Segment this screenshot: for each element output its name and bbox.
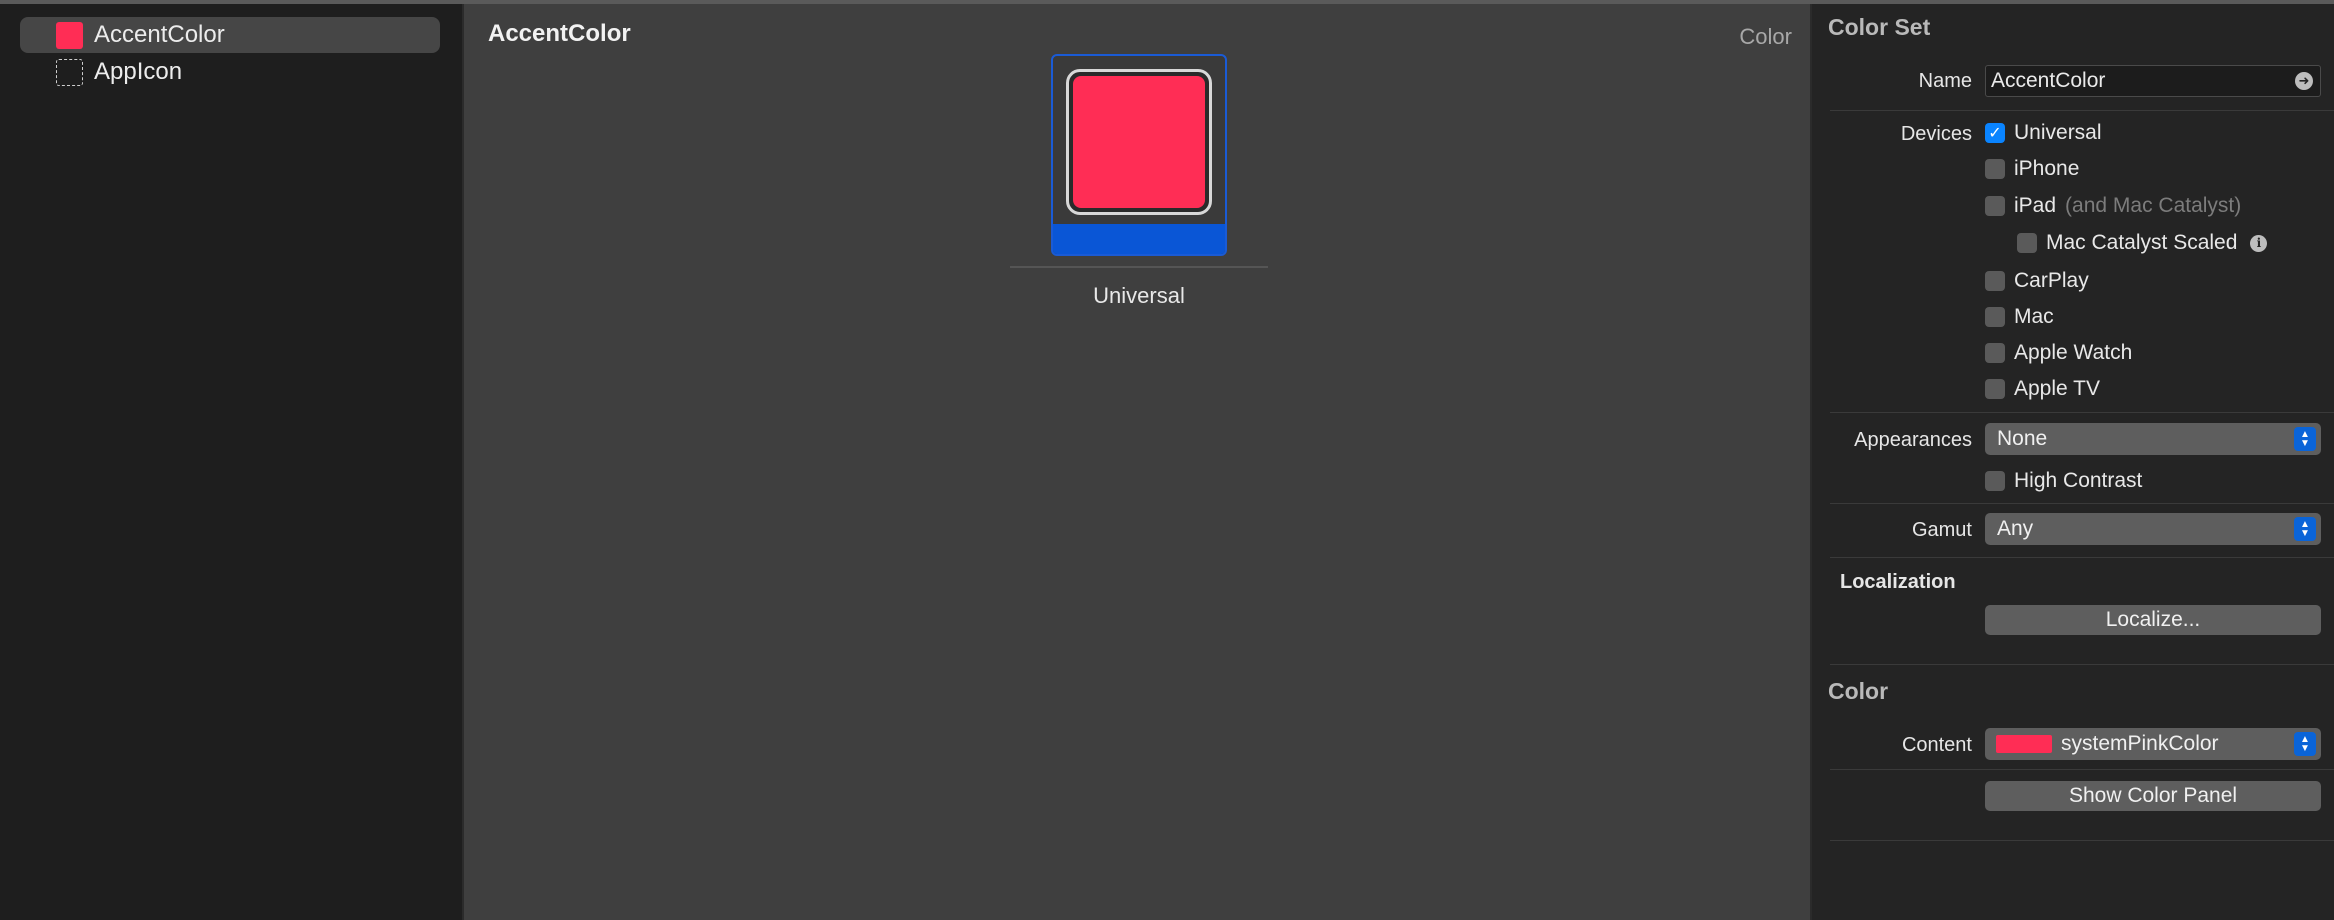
info-icon[interactable]: i <box>2250 234 2268 252</box>
content-value: systemPinkColor <box>2061 732 2219 755</box>
checkbox-box <box>1985 307 2005 327</box>
divider <box>1830 110 2334 111</box>
checkbox-label: Apple Watch <box>2014 341 2133 364</box>
checkbox-ipad[interactable]: iPad (and Mac Catalyst) <box>1985 194 2241 218</box>
checkbox-label: CarPlay <box>2014 269 2089 292</box>
divider <box>1830 840 2334 841</box>
asset-navigator: AccentColor AppIcon <box>0 4 462 920</box>
divider <box>1830 412 2334 413</box>
navigator-item-label: AppIcon <box>94 58 183 85</box>
divider <box>1830 664 2334 665</box>
name-label: Name <box>1918 70 1972 92</box>
section-title-color: Color <box>1828 678 1889 704</box>
devices-label: Devices <box>1900 123 1972 145</box>
gamut-label: Gamut <box>1911 519 1972 541</box>
checkbox-high-contrast[interactable]: High Contrast <box>1985 469 2142 493</box>
name-field[interactable]: AccentColor ➜ <box>1985 65 2321 97</box>
checkbox-apple-tv[interactable]: Apple TV <box>1985 377 2100 401</box>
checkbox-label: Mac Catalyst Scaled <box>2046 231 2238 254</box>
localization-title: Localization <box>1840 571 1956 593</box>
content-popup[interactable]: systemPinkColor ▲ ▼ <box>1985 728 2321 760</box>
navigator-item-label: AccentColor <box>94 21 225 48</box>
checkbox-label: Universal <box>2014 121 2102 144</box>
checkbox-note: (and Mac Catalyst) <box>2065 194 2242 217</box>
content-label: Content <box>1901 734 1972 756</box>
well-divider <box>1010 266 1268 268</box>
checkbox-mac[interactable]: Mac <box>1985 305 2054 329</box>
color-well-fill <box>1073 76 1205 208</box>
color-well-universal[interactable] <box>1051 54 1227 256</box>
editor-title: AccentColor <box>488 20 631 47</box>
color-swatch-icon <box>1996 735 2052 753</box>
color-well-selection-bar <box>1053 224 1225 254</box>
checkmark-icon: ✓ <box>1985 123 2005 143</box>
divider <box>1830 769 2334 770</box>
show-color-panel-button[interactable]: Show Color Panel <box>1985 781 2321 811</box>
checkbox-label: iPad <box>2014 194 2057 217</box>
divider <box>1830 557 2334 558</box>
checkbox-label: iPhone <box>2014 157 2080 180</box>
checkbox-label: Apple TV <box>2014 377 2100 400</box>
appearances-popup[interactable]: None ▲ ▼ <box>1985 423 2321 455</box>
editor-type-label: Color <box>1739 24 1792 49</box>
checkbox-box <box>1985 343 2005 363</box>
navigator-item-appicon[interactable]: AppIcon <box>20 54 440 90</box>
localize-button[interactable]: Localize... <box>1985 605 2321 635</box>
color-swatch-icon <box>56 21 83 49</box>
chevron-updown-icon: ▲ ▼ <box>2294 732 2316 756</box>
checkbox-box <box>1985 379 2005 399</box>
checkbox-universal[interactable]: ✓ Universal <box>1985 121 2102 145</box>
checkbox-box <box>1985 159 2005 179</box>
attributes-inspector: Color Set Name AccentColor ➜ Devices ✓ U… <box>1812 4 2334 920</box>
color-well-frame <box>1066 69 1212 215</box>
gamut-popup[interactable]: Any ▲ ▼ <box>1985 513 2321 545</box>
asset-editor: AccentColor Color Universal <box>462 4 1812 920</box>
checkbox-carplay[interactable]: CarPlay <box>1985 269 2089 293</box>
arrow-right-circle-icon[interactable]: ➜ <box>2295 72 2313 90</box>
section-title-color-set: Color Set <box>1828 14 1931 40</box>
color-well-label: Universal <box>1093 283 1185 308</box>
checkbox-mac-catalyst-scaled[interactable]: Mac Catalyst Scaled i <box>2017 231 2268 255</box>
checkbox-box <box>1985 196 2005 216</box>
checkbox-box <box>2017 233 2037 253</box>
checkbox-box <box>1985 271 2005 291</box>
checkbox-label: High Contrast <box>2014 469 2143 492</box>
appearances-value: None <box>1997 427 2048 450</box>
chevron-updown-icon: ▲ ▼ <box>2294 517 2316 541</box>
appearances-label: Appearances <box>1854 429 1972 451</box>
name-field-value: AccentColor <box>1991 69 2106 92</box>
checkbox-box <box>1985 471 2005 491</box>
checkbox-apple-watch[interactable]: Apple Watch <box>1985 341 2132 365</box>
checkbox-iphone[interactable]: iPhone <box>1985 157 2079 181</box>
checkbox-label: Mac <box>2014 305 2054 328</box>
navigator-item-accentcolor[interactable]: AccentColor <box>20 17 440 53</box>
chevron-updown-icon: ▲ ▼ <box>2294 427 2316 451</box>
divider <box>1830 503 2334 504</box>
app-icon-placeholder-icon <box>56 58 83 86</box>
gamut-value: Any <box>1997 517 2034 540</box>
